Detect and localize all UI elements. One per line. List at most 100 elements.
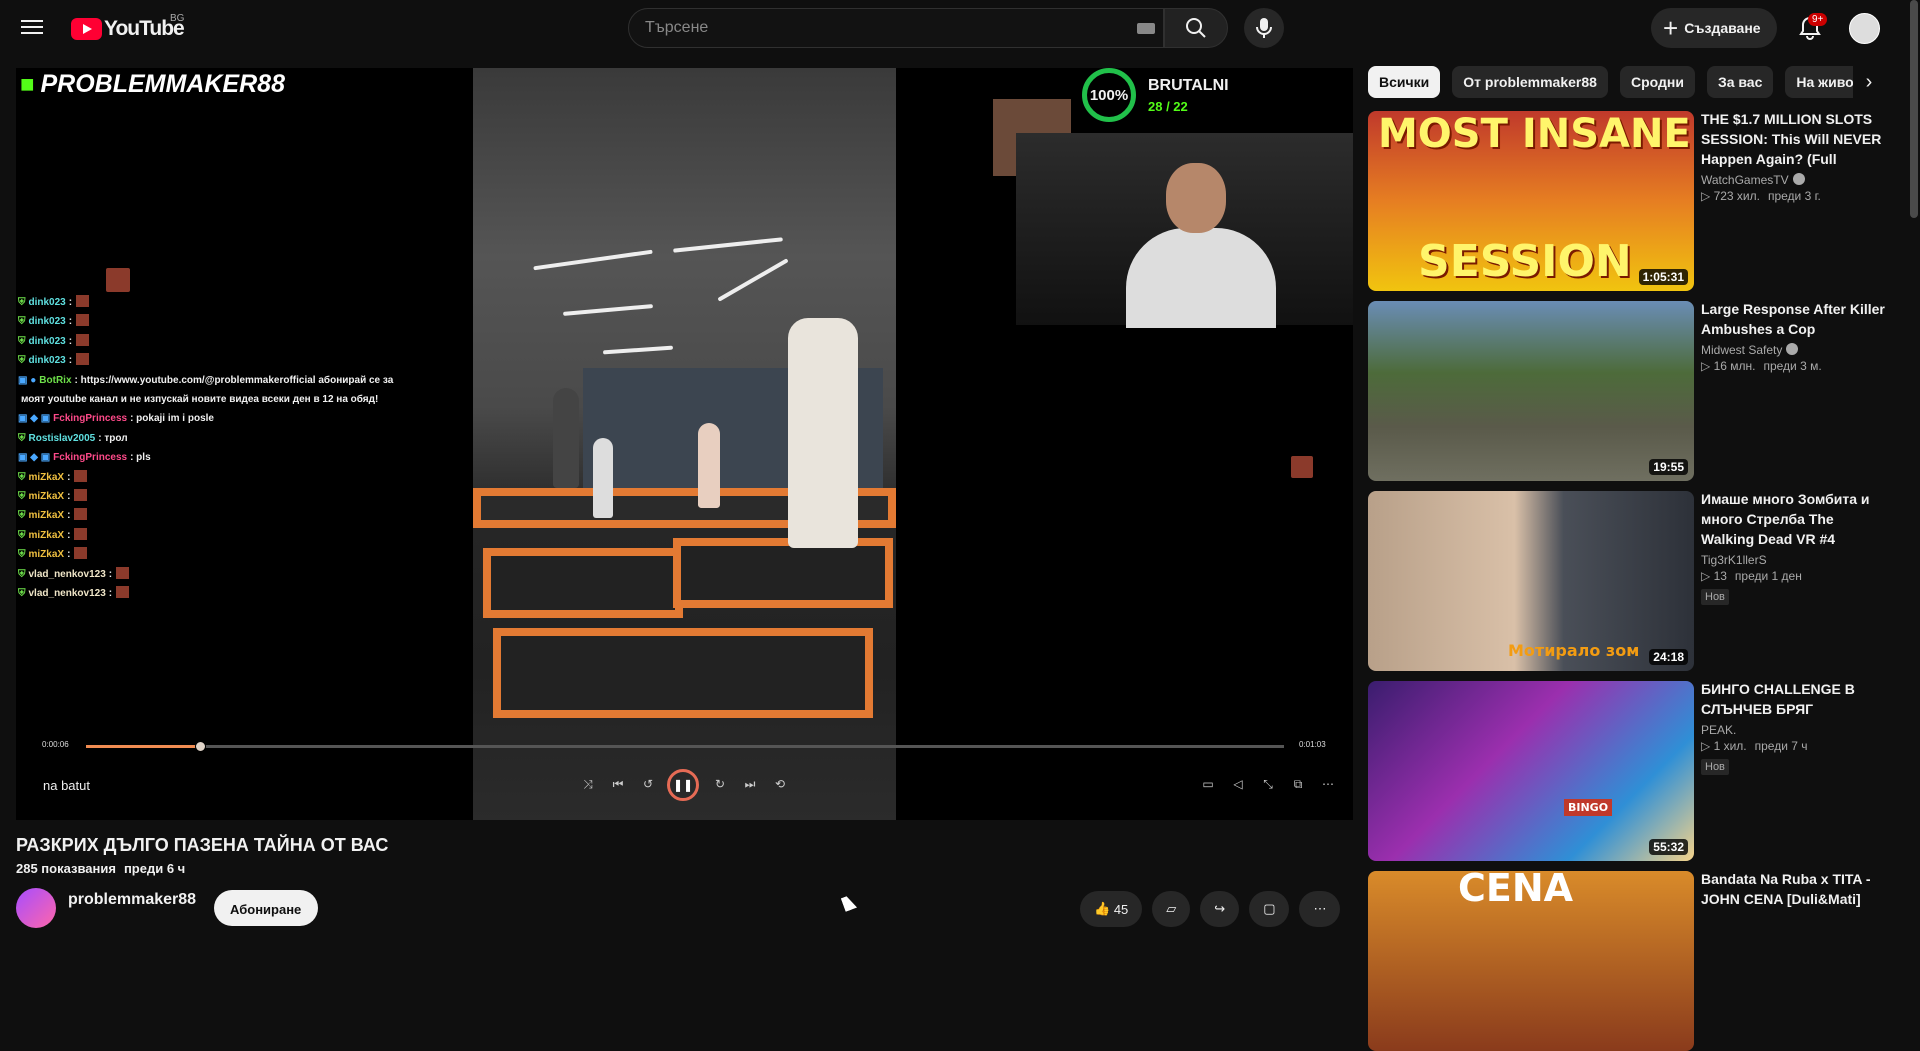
youtube-logo[interactable]: YouTube BG — [71, 13, 185, 41]
recommendation-channel[interactable]: Midwest Safety — [1701, 343, 1782, 357]
new-badge: Нов — [1701, 759, 1729, 775]
chat-username: vlad_nenkov123 — [28, 588, 106, 600]
chat-badge-icon: ⛨ — [18, 491, 26, 503]
filter-chip[interactable]: За вас — [1706, 66, 1774, 98]
chat-username: miZkaX — [28, 529, 65, 541]
kick-logo-icon: ■ — [20, 70, 35, 98]
previous-icon[interactable]: ⏮ — [608, 777, 628, 792]
recommendation-channel[interactable]: Tig3rK1llerS — [1701, 553, 1767, 567]
like-count: 45 — [1113, 901, 1129, 917]
chat-text: : — [67, 491, 71, 503]
chat-username: dink023 — [28, 316, 66, 328]
overlay-name: BRUTALNI — [1148, 76, 1229, 94]
chat-badge-icon: ⛨ — [18, 568, 26, 580]
filter-chip[interactable]: От problemmaker88 — [1452, 66, 1608, 98]
video-thumbnail[interactable]: 19:55 — [1368, 301, 1694, 481]
share-button[interactable]: ↪ — [1200, 891, 1240, 927]
scrollbar-thumb[interactable] — [1910, 0, 1918, 218]
chat-message: ⛨ miZkaX: — [18, 545, 438, 564]
chat-badge-icon: ⛨ — [18, 529, 26, 541]
emote-icon — [74, 469, 88, 482]
save-icon: ▢ — [1263, 901, 1276, 916]
recommendation-title[interactable]: Имаше много Зомбита и много Стрелба The … — [1701, 489, 1886, 549]
subtitles-icon[interactable]: ▭ — [1198, 777, 1218, 791]
dislike-button[interactable]: ▱ — [1152, 891, 1191, 927]
keyboard-icon[interactable] — [1137, 23, 1155, 34]
more-icon[interactable]: ⋯ — [1318, 777, 1338, 791]
video-thumbnail[interactable]: CENA — [1368, 871, 1694, 1051]
chat-badge-icon: ⛨ — [18, 510, 26, 522]
minimize-icon[interactable]: ⤡ — [1258, 777, 1278, 792]
notifications-badge: 9+ — [1808, 13, 1828, 26]
chat-badge-icon: ⛨ — [18, 297, 26, 308]
progress-knob[interactable] — [194, 741, 206, 752]
channel-avatar[interactable] — [16, 888, 56, 928]
duration-badge: 24:18 — [1649, 649, 1688, 665]
filter-chip[interactable]: Сродни — [1619, 66, 1695, 98]
forward-icon[interactable]: ↻ — [710, 777, 730, 791]
recommendation-channel[interactable]: PEAK. — [1701, 723, 1736, 737]
chat-message: ⛨ miZkaX: — [18, 506, 438, 525]
account-avatar[interactable] — [1849, 13, 1880, 44]
save-button[interactable]: ▢ — [1249, 891, 1290, 927]
verified-icon — [1786, 343, 1799, 355]
chat-message: ⛨ vlad_nenkov123: — [18, 584, 438, 603]
video-thumbnail[interactable]: Мотирало зом 24:18 — [1368, 491, 1694, 671]
recommendation-age: преди 3 г. — [1767, 189, 1821, 203]
recommendation-item[interactable]: CENA Bandata Na Ruba x TITA - JOHN CENA [… — [1368, 871, 1888, 1051]
scrollbar[interactable] — [1908, 0, 1920, 911]
duration-badge: 19:55 — [1649, 459, 1688, 475]
recommendation-title[interactable]: Large Response After Killer Ambushes a C… — [1701, 299, 1886, 339]
chat-message: ⛨ dink023: — [18, 293, 438, 312]
create-button[interactable]: + Създаване — [1651, 8, 1777, 48]
like-button[interactable]: 👍 45 — [1080, 891, 1143, 927]
video-player[interactable]: ■ PROBLEMMAKER88 100% BRUTALNI 28 / 22 ⛨… — [16, 68, 1353, 820]
recommendation-item[interactable]: Мотирало зом 24:18 Имаше много Зомбита и м… — [1368, 491, 1888, 671]
search-icon — [1186, 18, 1206, 38]
volume-icon[interactable]: ◁ — [1228, 777, 1248, 791]
recommendation-item[interactable]: BINGO 55:32 БИНГО CHALLENGE В СЛЪНЧЕВ БРЯГ… — [1368, 681, 1888, 861]
progress-bar[interactable] — [86, 741, 1284, 752]
video-title: РАЗКРИХ ДЪЛГО ПАЗЕНА ТАЙНА ОТ ВАС — [16, 835, 389, 855]
voice-search-button[interactable] — [1244, 8, 1284, 48]
recommendation-item[interactable]: MOST INSANE SESSION 1:05:31 THE $1.7 MILLIO… — [1368, 111, 1888, 291]
rewind-icon[interactable]: ↺ — [638, 777, 658, 791]
next-icon[interactable]: ⏭ — [740, 777, 760, 792]
chat-username: vlad_nenkov123 — [28, 568, 106, 580]
channel-name[interactable]: problemmaker88 — [68, 891, 196, 909]
menu-icon[interactable] — [20, 16, 44, 40]
recommendation-item[interactable]: 19:55 Large Response After Killer Ambushe… — [1368, 301, 1888, 481]
search-input[interactable] — [645, 19, 1125, 37]
time-duration: 0:01:03 — [1299, 740, 1326, 749]
recommendation-title[interactable]: БИНГО CHALLENGE В СЛЪНЧЕВ БРЯГ — [1701, 679, 1886, 719]
chat-username: FckingPrincess — [53, 452, 128, 464]
search-button[interactable] — [1164, 8, 1228, 48]
video-thumbnail[interactable]: MOST INSANE SESSION 1:05:31 — [1368, 111, 1694, 291]
pip-icon[interactable]: ⧉ — [1288, 777, 1308, 792]
recommendation-channel[interactable]: WatchGamesTV — [1701, 173, 1789, 187]
chat-message: ⛨ miZkaX: — [18, 487, 438, 506]
emote-image — [1291, 456, 1313, 478]
more-actions-button[interactable]: ⋯ — [1299, 891, 1341, 927]
emote-icon — [76, 333, 90, 346]
video-thumbnail[interactable]: BINGO 55:32 — [1368, 681, 1694, 861]
streamer-name: PROBLEMMAKER88 — [40, 70, 285, 98]
pause-button[interactable]: ❚❚ — [667, 769, 699, 801]
chat-text: : — [108, 568, 113, 580]
verified-icon — [1792, 173, 1805, 185]
chat-text: : — [68, 355, 73, 367]
recommendation-title[interactable]: Bandata Na Ruba x TITA - JOHN CENA [Duli… — [1701, 869, 1886, 909]
microphone-icon — [1256, 18, 1272, 38]
subscribe-button[interactable]: Абониране — [214, 890, 318, 926]
loop-icon[interactable]: ⟲ — [770, 777, 790, 791]
youtube-play-icon — [71, 18, 102, 40]
filter-chip[interactable]: Всички — [1368, 66, 1441, 98]
top-bar: YouTube BG + Създаване 9+ — [0, 0, 1920, 56]
emote-icon — [116, 566, 130, 579]
emote-icon — [76, 353, 90, 366]
mouse-cursor — [840, 894, 858, 912]
recommendation-title[interactable]: THE $1.7 MILLION SLOTS SESSION: This Wil… — [1701, 109, 1886, 169]
chevron-right-icon[interactable]: › — [1853, 66, 1885, 98]
shuffle-icon[interactable]: ⤨ — [578, 777, 598, 792]
chat-message: ⛨ dink023: — [18, 351, 438, 370]
